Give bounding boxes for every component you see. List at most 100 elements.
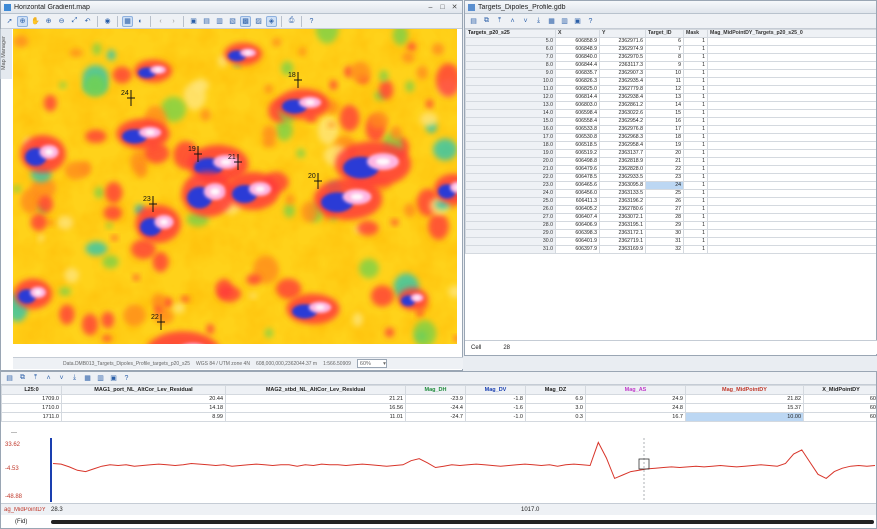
save-icon[interactable]: ▤ xyxy=(468,16,479,27)
table-cell[interactable]: 2362938.4 xyxy=(599,93,646,102)
minimize-icon[interactable]: – xyxy=(426,3,435,12)
table-cell[interactable]: 2363022.6 xyxy=(599,109,646,118)
table-cell[interactable]: 2363196.2 xyxy=(599,197,646,206)
table-cell[interactable]: 10.00 xyxy=(685,412,804,422)
image-icon[interactable]: ▨ xyxy=(253,16,264,27)
3d-view-icon[interactable]: ▥ xyxy=(214,16,225,27)
table-cell[interactable]: 21.0 xyxy=(465,165,556,174)
table-cell[interactable]: -1.8 xyxy=(465,394,526,404)
table-cell[interactable] xyxy=(707,221,876,230)
table-cell[interactable] xyxy=(707,173,876,182)
close-icon[interactable]: ✕ xyxy=(450,3,459,12)
table-cell[interactable]: 1 xyxy=(683,165,708,174)
table-row[interactable]: 8.0 606844.4 2363117.3 9 1 xyxy=(465,61,876,70)
table-cell[interactable]: 7.0 xyxy=(465,53,556,62)
table-cell[interactable]: 1709.0 xyxy=(1,394,62,404)
help-icon[interactable]: ? xyxy=(306,16,317,27)
table-cell[interactable]: 606814.4 xyxy=(555,93,600,102)
table-cell[interactable]: 17 xyxy=(645,125,684,134)
line-col-header[interactable]: Mag_DZ xyxy=(525,385,586,395)
channel-name[interactable]: ag_MidPointDY xyxy=(1,507,51,513)
table-cell[interactable]: 7 xyxy=(645,45,684,54)
table-cell[interactable]: 606558.4 xyxy=(555,117,600,126)
table-cell[interactable]: 23 xyxy=(645,173,684,182)
table-cell[interactable]: 606598.4 xyxy=(555,109,600,118)
table-cell[interactable]: 606519.2 xyxy=(555,149,600,158)
chart-icon[interactable]: ▥ xyxy=(559,16,570,27)
db-col-header[interactable]: Mag_MidPointDY_Targets_p20_s25_0 xyxy=(707,29,876,38)
table-cell[interactable]: 2363195.1 xyxy=(599,221,646,230)
table-cell[interactable]: 28 xyxy=(645,213,684,222)
table-cell[interactable]: 12 xyxy=(645,85,684,94)
table-cell[interactable]: 1 xyxy=(683,149,708,158)
table-cell[interactable]: -1.6 xyxy=(465,403,526,413)
table-cell[interactable]: 2362970.5 xyxy=(599,53,646,62)
gradient-map[interactable]: 18 24 23 19 21 20 22 xyxy=(13,29,457,344)
table-cell[interactable]: 27.0 xyxy=(465,213,556,222)
table-cell[interactable] xyxy=(707,93,876,102)
table-cell[interactable]: 1 xyxy=(683,205,708,214)
table-row[interactable]: 24.0 606456.0 2363133.5 25 1 xyxy=(465,189,876,198)
table-cell[interactable]: 15 xyxy=(645,109,684,118)
table-row[interactable]: 14.0 606598.4 2363022.6 15 1 xyxy=(465,109,876,118)
table-row[interactable]: 25.0 606411.3 2363196.2 26 1 xyxy=(465,197,876,206)
table-row[interactable]: 21.0 606479.6 2362828.0 22 1 xyxy=(465,165,876,174)
table-cell[interactable]: 2362933.5 xyxy=(599,173,646,182)
table-cell[interactable]: 1 xyxy=(683,125,708,134)
print-icon[interactable]: ⎙ xyxy=(286,16,297,27)
table-cell[interactable]: 1 xyxy=(683,229,708,238)
table-cell[interactable] xyxy=(707,245,876,254)
table-cell[interactable]: 2362818.9 xyxy=(599,157,646,166)
table-cell[interactable]: 606826.3 xyxy=(555,77,600,86)
table-cell[interactable]: 1 xyxy=(683,237,708,246)
table-cell[interactable]: 14.0 xyxy=(465,109,556,118)
table-row[interactable]: 15.0 606558.4 2362954.2 16 1 xyxy=(465,117,876,126)
p-copy-icon[interactable]: ⧉ xyxy=(17,373,28,384)
table-cell[interactable]: 1 xyxy=(683,189,708,198)
table-cell[interactable]: 1 xyxy=(683,109,708,118)
table-row[interactable]: 1709.0 20.44 21.21 -23.9 -1.8 6.9 24.9 21.82 60 xyxy=(1,394,876,404)
table-cell[interactable]: 22 xyxy=(645,165,684,174)
table-cell[interactable]: 9.0 xyxy=(465,69,556,78)
table-cell[interactable]: 2362954.2 xyxy=(599,117,646,126)
table-cell[interactable]: 1 xyxy=(683,141,708,150)
table-cell[interactable]: 32 xyxy=(645,245,684,254)
table-row[interactable]: 20.0 606498.8 2362818.9 21 1 xyxy=(465,157,876,166)
target-label[interactable]: 23 xyxy=(143,196,151,203)
table-cell[interactable] xyxy=(707,125,876,134)
table-cell[interactable]: 1 xyxy=(683,61,708,70)
table-cell[interactable]: 2362976.8 xyxy=(599,125,646,134)
table-cell[interactable]: 2363133.5 xyxy=(599,189,646,198)
table-cell[interactable]: -1.0 xyxy=(465,412,526,422)
table-cell[interactable]: 2362780.6 xyxy=(599,205,646,214)
table-cell[interactable] xyxy=(707,229,876,238)
table-row[interactable]: 26.0 606405.2 2362780.6 27 1 xyxy=(465,205,876,214)
db-col-header[interactable]: Target_ID xyxy=(645,29,684,38)
p-chart-icon[interactable]: ▥ xyxy=(95,373,106,384)
table-cell[interactable] xyxy=(707,149,876,158)
db-help-icon[interactable]: ? xyxy=(585,16,596,27)
table-cell[interactable]: 1710.0 xyxy=(1,403,62,413)
table-row[interactable]: 5.0 606858.9 2362971.6 6 1 xyxy=(465,37,876,46)
table-cell[interactable]: 1711.0 xyxy=(1,412,62,422)
p-first-icon[interactable]: ⤒ xyxy=(30,373,41,384)
line-col-header[interactable]: MAG1_port_NL_AltCor_Lev_Residual xyxy=(61,385,226,395)
table-cell[interactable]: 1 xyxy=(683,85,708,94)
table-cell[interactable]: 1 xyxy=(683,197,708,206)
table-cell[interactable]: 1 xyxy=(683,245,708,254)
table-cell[interactable]: 1 xyxy=(683,181,708,190)
table-cell[interactable]: 14.18 xyxy=(61,403,226,413)
pan-hand-icon[interactable]: ✋ xyxy=(30,16,41,27)
table-cell[interactable]: 2362968.3 xyxy=(599,133,646,142)
table-cell[interactable]: 2362719.1 xyxy=(599,237,646,246)
p-last-icon[interactable]: ⤓ xyxy=(69,373,80,384)
line-col-header[interactable]: X_MidPointDY xyxy=(803,385,876,395)
table-cell[interactable]: 31.0 xyxy=(465,245,556,254)
table-cell[interactable]: 8.0 xyxy=(465,61,556,70)
table-cell[interactable]: 606456.0 xyxy=(555,189,600,198)
table-cell[interactable]: 15.37 xyxy=(685,403,804,413)
table-row[interactable]: 17.0 606530.8 2362968.3 18 1 xyxy=(465,133,876,142)
table-cell[interactable] xyxy=(707,45,876,54)
table-cell[interactable]: 16 xyxy=(645,117,684,126)
table-cell[interactable] xyxy=(707,157,876,166)
